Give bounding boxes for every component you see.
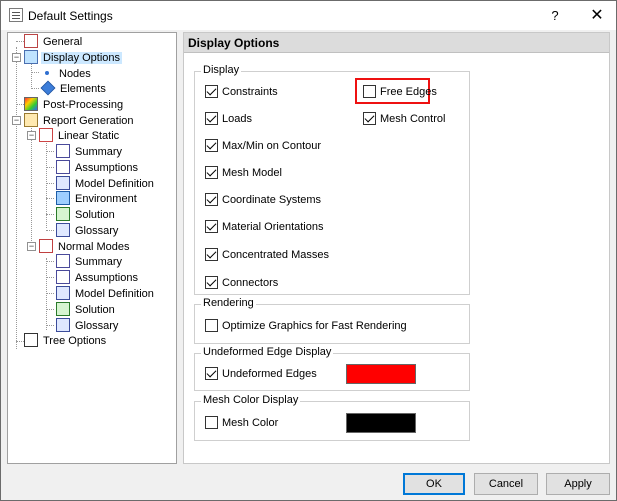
tree-item-assumptions[interactable]: Assumptions [56,160,140,176]
general-icon [24,34,38,49]
tree-options-icon [24,333,38,348]
title-bar: Default Settings ? ✕ [0,0,617,30]
collapse-normal-modes-icon[interactable]: − [27,242,36,251]
tree-item-elements[interactable]: Elements [40,80,108,97]
optimize-graphics-checkbox[interactable]: Optimize Graphics for Fast Rendering [205,318,407,335]
summary-icon [56,144,70,159]
element-icon [40,80,56,96]
window-title: Default Settings [28,9,113,23]
constraints-checkbox[interactable]: Constraints [205,84,278,101]
mesh-color-swatch[interactable] [346,413,416,433]
tree-item-tree-options[interactable]: Tree Options [24,333,108,349]
display-group-title: Display [201,64,242,76]
cancel-button[interactable]: Cancel [474,473,538,495]
tree-item-assumptions[interactable]: Assumptions [56,270,140,286]
tree-item-general[interactable]: General [24,34,84,50]
rendering-group: Rendering Optimize Graphics for Fast Ren… [194,297,470,344]
tree-item-report-generation[interactable]: Report Generation [24,113,136,129]
tree-item-glossary[interactable]: Glossary [56,318,120,334]
normal-modes-icon [39,239,53,254]
summary-icon [56,254,70,269]
tree-item-nodes[interactable]: Nodes [41,66,93,82]
environment-icon [56,191,70,206]
mesh-color-display-title: Mesh Color Display [201,394,301,406]
tree-item-glossary[interactable]: Glossary [56,223,120,239]
mesh-model-checkbox[interactable]: Mesh Model [205,165,282,182]
connectors-checkbox[interactable]: Connectors [205,275,278,292]
maxmin-contour-checkbox[interactable]: Max/Min on Contour [205,138,321,155]
solution-icon [56,302,70,317]
assumptions-icon [56,160,70,175]
collapse-linear-static-icon[interactable]: − [27,131,36,140]
apply-button[interactable]: Apply [546,473,610,495]
display-options-panel: Display Options Display Constraints Load… [183,32,610,464]
display-group: Display Constraints Loads Max/Min on Con… [194,64,470,295]
model-definition-icon [56,176,70,191]
glossary-icon [56,223,70,238]
tree-item-summary[interactable]: Summary [56,144,124,160]
loads-checkbox[interactable]: Loads [205,111,252,128]
display-options-icon [24,50,38,65]
model-definition-icon [56,286,70,301]
undeformed-edge-display-title: Undeformed Edge Display [201,346,334,358]
mesh-color-checkbox[interactable]: Mesh Color [205,415,278,432]
tree-item-display-options[interactable]: Display Options [24,50,123,66]
collapse-display-options-icon[interactable]: − [12,53,21,62]
assumptions-icon [56,270,70,285]
node-dot-icon [45,71,49,76]
collapse-report-generation-icon[interactable]: − [12,116,21,125]
panel-title: Display Options [188,36,280,50]
rendering-group-title: Rendering [201,297,256,309]
coordinate-systems-checkbox[interactable]: Coordinate Systems [205,192,321,209]
ok-button[interactable]: OK [403,473,465,495]
close-button[interactable]: ✕ [585,6,609,26]
tree-item-normal-modes[interactable]: Normal Modes [39,239,132,255]
tree-item-post-processing[interactable]: Post-Processing [24,97,125,113]
undeformed-edge-color-swatch[interactable] [346,364,416,384]
material-orientations-checkbox[interactable]: Material Orientations [205,219,324,236]
free-edges-checkbox[interactable]: Free Edges [363,84,437,101]
undeformed-edge-display-group: Undeformed Edge Display Undeformed Edges [194,346,470,391]
mesh-color-display-group: Mesh Color Display Mesh Color [194,394,470,441]
settings-tree[interactable]: − − − − General Display Options Nodes El… [7,32,177,464]
tree-item-solution[interactable]: Solution [56,302,117,318]
help-button[interactable]: ? [543,6,567,26]
undeformed-edges-checkbox[interactable]: Undeformed Edges [205,366,317,383]
solution-icon [56,207,70,222]
panel-header: Display Options [184,33,609,53]
report-icon [24,113,38,128]
linear-static-icon [39,128,53,143]
tree-item-environment[interactable]: Environment [56,191,139,207]
tree-item-solution[interactable]: Solution [56,207,117,223]
tree-item-model-definition[interactable]: Model Definition [56,176,156,192]
glossary-icon [56,318,70,333]
tree-item-model-definition[interactable]: Model Definition [56,286,156,302]
tree-item-summary[interactable]: Summary [56,254,124,270]
settings-app-icon [9,8,23,22]
tree-item-linear-static[interactable]: Linear Static [39,128,121,144]
post-processing-icon [24,97,38,112]
concentrated-masses-checkbox[interactable]: Concentrated Masses [205,247,329,264]
mesh-control-checkbox[interactable]: Mesh Control [363,111,445,128]
